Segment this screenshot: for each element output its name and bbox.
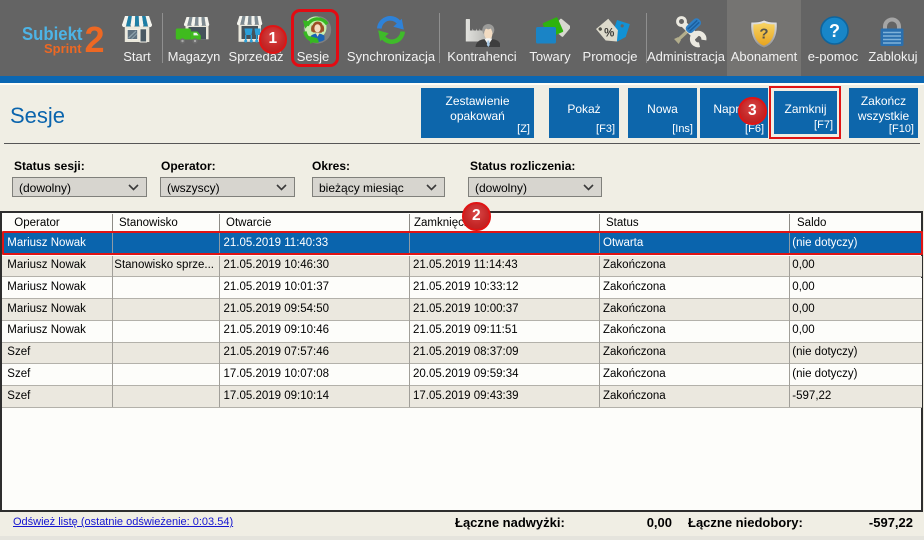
- svg-text:%: %: [604, 27, 614, 39]
- svg-text:?: ?: [759, 26, 768, 43]
- svg-text:?: ?: [829, 21, 840, 41]
